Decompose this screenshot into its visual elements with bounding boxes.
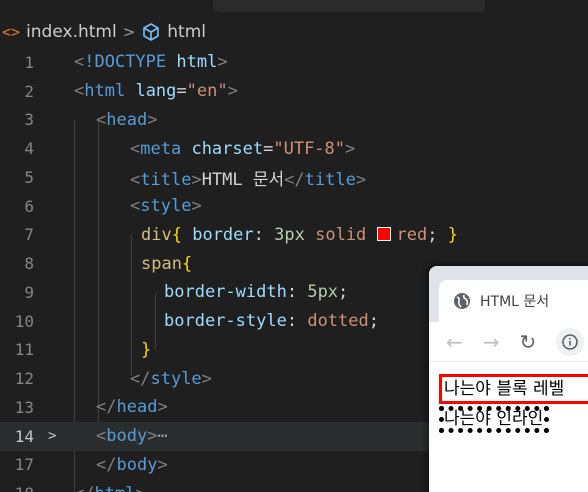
code-text: <head> <box>96 109 158 130</box>
html-file-icon: <> <box>2 23 21 41</box>
code-line: 7 div{ border: 3px solid red; } <box>0 221 588 250</box>
code-text: <title>HTML 문서</title> <box>130 169 367 190</box>
breadcrumb-separator-chevron-icon: > <box>122 23 136 41</box>
code-line: 6 <style> <box>0 192 588 221</box>
globe-icon <box>454 293 470 309</box>
line-number: 3 <box>24 110 34 130</box>
code-line: 1 <!DOCTYPE html> <box>0 48 588 77</box>
code-text: </html> <box>74 484 146 492</box>
code-text: <meta charset="UTF-8"> <box>130 138 356 159</box>
line-number: 7 <box>24 225 34 245</box>
browser-window[interactable]: HTML 문서 ← → ↻ 나는야 블록 레벨 나는야 인라인 <box>429 266 588 492</box>
line-number: 5 <box>24 167 34 187</box>
reload-icon[interactable]: ↻ <box>520 330 537 354</box>
breadcrumb-file[interactable]: index.html <box>26 22 117 42</box>
line-number: 2 <box>24 81 34 101</box>
line-number: 18 <box>0 484 34 492</box>
code-line: 3 <head> <box>0 106 588 135</box>
command-center[interactable] <box>213 0 485 12</box>
code-line: 5 <title>HTML 문서</title> <box>0 163 588 192</box>
browser-toolbar: ← → ↻ <box>429 322 588 362</box>
line-number: 12 <box>14 369 34 389</box>
code-text: span{ <box>141 253 193 274</box>
code-text: <!DOCTYPE html> <box>74 52 228 73</box>
back-arrow-icon[interactable]: ← <box>446 330 463 354</box>
forward-arrow-icon[interactable]: → <box>483 330 500 354</box>
line-number: 9 <box>24 282 34 302</box>
inline-span: 나는야 인라인 <box>439 406 550 433</box>
code-text: </body> <box>96 454 168 475</box>
line-number: 4 <box>24 139 34 159</box>
breadcrumb: <> index.html > html <box>0 18 206 46</box>
line-number: 17 <box>14 455 34 475</box>
browser-tab-title: HTML 문서 <box>480 294 550 310</box>
line-number: 11 <box>14 340 34 360</box>
title-bar <box>0 0 588 14</box>
code-text: </head> <box>96 397 168 418</box>
code-line: 2 <html lang="en"> <box>0 77 588 106</box>
block-div: 나는야 블록 레벨 <box>439 374 588 404</box>
line-number: 6 <box>24 196 34 216</box>
code-text: </style> <box>130 368 212 389</box>
site-info-icon[interactable] <box>556 327 585 356</box>
browser-tab[interactable]: HTML 문서 <box>439 280 588 322</box>
line-number: 1 <box>24 52 34 72</box>
line-number: 13 <box>14 397 34 417</box>
code-text: border-width: 5px; <box>164 282 349 303</box>
cube-icon <box>143 23 160 41</box>
code-text: <style> <box>130 196 202 217</box>
code-text: div{ border: 3px solid red; } <box>141 224 459 245</box>
browser-tab-bar: HTML 문서 <box>429 266 588 322</box>
line-number: 10 <box>14 311 34 331</box>
code-text: border-style: dotted; <box>164 311 379 332</box>
line-number: 8 <box>24 254 34 274</box>
breadcrumb-symbol[interactable]: html <box>167 22 206 42</box>
line-number: 14 <box>14 426 34 446</box>
code-text: <html lang="en"> <box>74 81 238 102</box>
code-line: 4 <meta charset="UTF-8"> <box>0 134 588 163</box>
color-swatch[interactable] <box>376 226 391 241</box>
code-text: } <box>141 339 152 360</box>
page-content: 나는야 블록 레벨 나는야 인라인 <box>429 362 588 433</box>
fold-chevron-icon[interactable]: > <box>48 428 56 444</box>
folded-ellipsis[interactable]: ⋯ <box>157 426 167 446</box>
code-text: <body>⋯ <box>96 426 168 447</box>
